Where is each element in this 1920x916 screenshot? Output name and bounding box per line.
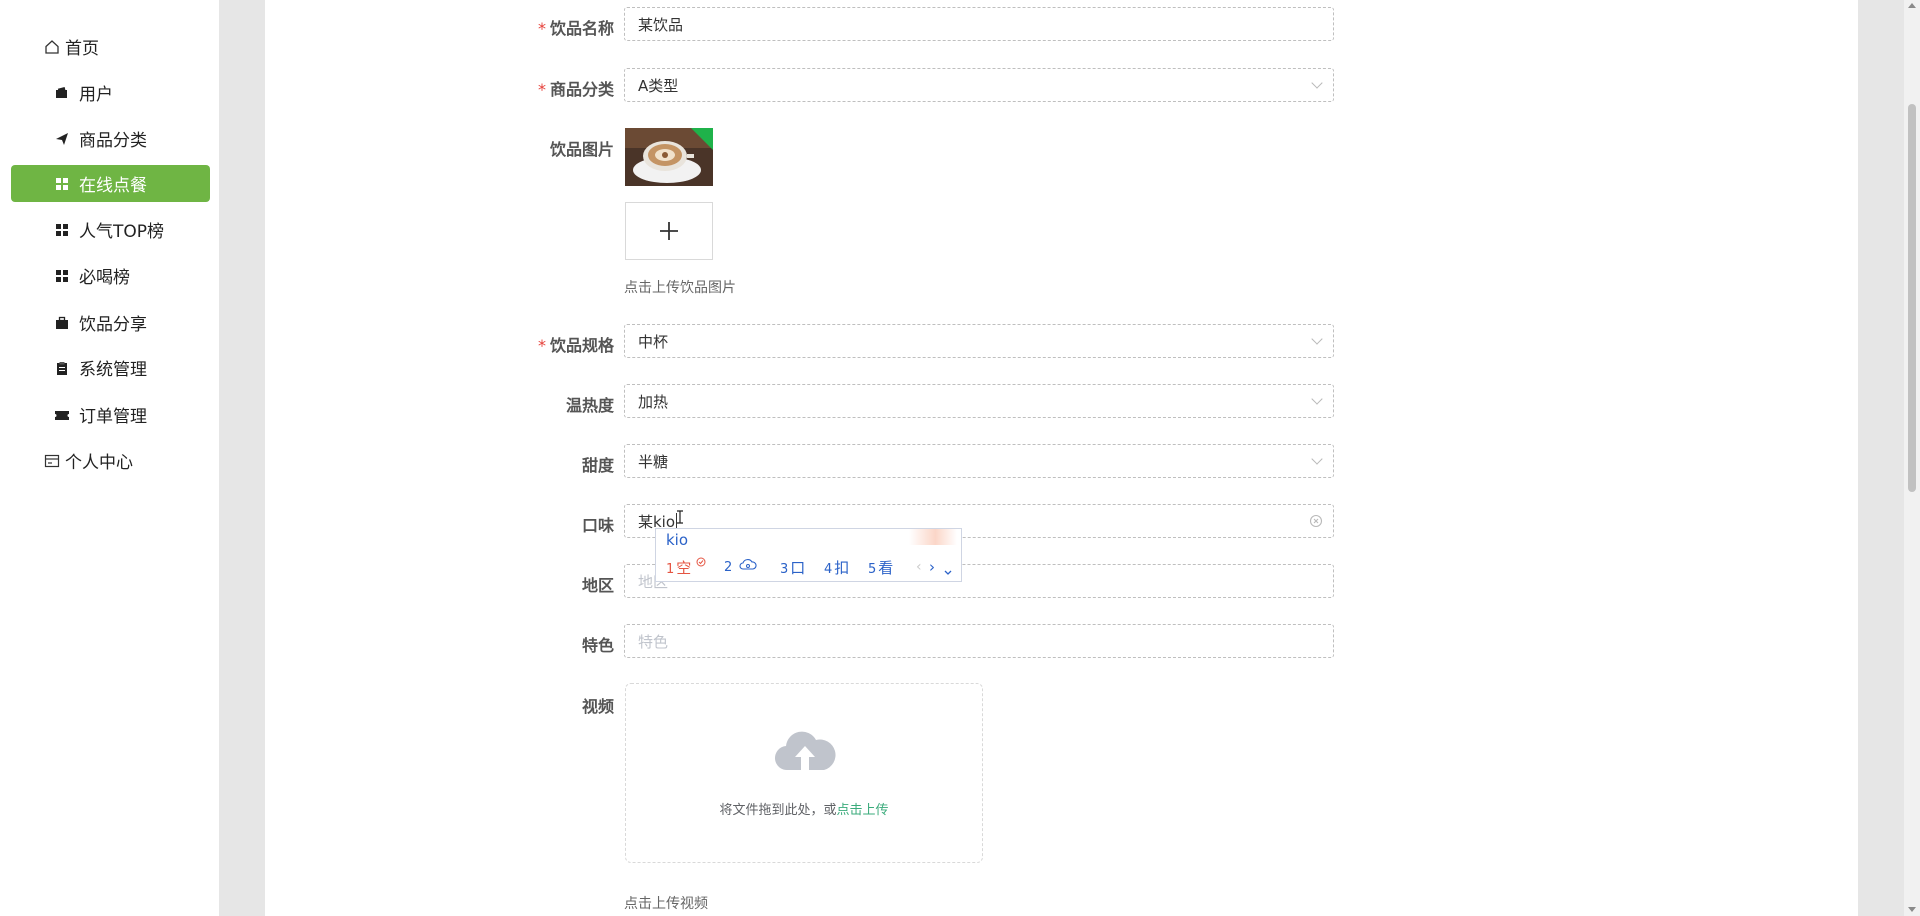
sidebar-item-label: 用户: [79, 85, 113, 105]
temperature-select[interactable]: 加热: [624, 384, 1334, 418]
wallet-icon: [53, 84, 71, 102]
sidebar-item-label: 必喝榜: [79, 268, 130, 288]
chevron-down-icon: [1311, 393, 1323, 405]
grid-icon: [53, 221, 71, 239]
click-upload-link[interactable]: 点击上传: [837, 803, 889, 818]
sidebar-item-users[interactable]: 用户: [11, 74, 210, 111]
region-label: 地区: [581, 576, 614, 595]
sidebar-item-must-drink[interactable]: 必喝榜: [11, 257, 210, 294]
grid-icon: [53, 175, 71, 193]
name-label: * 饮品名称: [537, 19, 614, 38]
mouse-ibeam-cursor: [676, 509, 684, 528]
required-mark: *: [537, 19, 546, 38]
page-scrollbar[interactable]: [1904, 0, 1920, 916]
image-upload-button[interactable]: [625, 202, 713, 260]
sidebar-item-system[interactable]: 系统管理: [11, 349, 210, 386]
sidebar-item-label: 商品分类: [79, 131, 147, 151]
ime-candidate[interactable]: 2: [724, 557, 757, 575]
scroll-down-icon[interactable]: [1908, 907, 1916, 912]
page-gutter: [219, 0, 265, 916]
scroll-up-icon[interactable]: [1908, 3, 1916, 8]
ime-candidate[interactable]: 5看: [868, 557, 893, 578]
spec-label: * 饮品规格: [537, 336, 614, 355]
sidebar-item-drink-share[interactable]: 饮品分享: [11, 304, 210, 341]
check-badge-icon: [696, 557, 706, 567]
image-label: 饮品图片: [549, 140, 614, 159]
sidebar-item-label: 人气TOP榜: [79, 222, 165, 242]
sidebar-item-profile[interactable]: 个人中心: [11, 442, 210, 479]
clipboard-icon: [53, 359, 71, 377]
scrollbar-thumb[interactable]: [1908, 104, 1916, 492]
cloud-candidate-icon: [739, 559, 757, 570]
ime-candidate[interactable]: 1空: [666, 557, 706, 578]
sidebar-item-category[interactable]: 商品分类: [11, 120, 210, 157]
chevron-down-icon: [1311, 77, 1323, 89]
ticket-icon: [53, 406, 71, 424]
sidebar-item-online-order[interactable]: 在线点餐: [11, 165, 210, 202]
sweetness-label: 甜度: [581, 456, 614, 475]
ime-candidate-popup: kio 1空 2 3口 4扣 5看 ‹ ›: [655, 528, 962, 582]
ime-prev-icon[interactable]: ‹: [916, 559, 922, 575]
ime-next-icon[interactable]: ›: [929, 558, 935, 576]
required-mark: *: [537, 336, 546, 355]
chevron-down-icon: [1311, 333, 1323, 345]
name-input[interactable]: 某饮品: [624, 7, 1334, 41]
sidebar-item-home[interactable]: 首页: [11, 28, 210, 65]
sidebar-item-top-ranking[interactable]: 人气TOP榜: [11, 211, 210, 248]
sidebar-item-label: 订单管理: [79, 407, 147, 427]
sidebar: 首页 用户 商品分类 在线点餐 人气TOP榜 必喝榜 饮品分享 系统管理 订单管…: [0, 0, 219, 916]
grid-icon: [53, 267, 71, 285]
plus-icon: [658, 212, 680, 250]
drink-image-thumbnail[interactable]: [625, 128, 713, 186]
cloud-upload-icon: [774, 726, 836, 778]
feature-input[interactable]: 特色: [624, 624, 1334, 658]
feature-label: 特色: [581, 636, 614, 655]
video-upload-hint: 点击上传视频: [624, 896, 708, 912]
briefcase-icon: [53, 314, 71, 332]
video-label: 视频: [581, 697, 614, 716]
sidebar-item-label: 个人中心: [65, 453, 133, 473]
category-label: * 商品分类: [537, 80, 614, 99]
paper-plane-icon: [53, 130, 71, 148]
ime-composition: kio: [666, 531, 689, 549]
video-drop-text: 将文件拖到此处，或点击上传: [719, 803, 889, 818]
temperature-label: 温热度: [565, 396, 614, 415]
required-mark: *: [537, 80, 546, 99]
sidebar-item-label: 饮品分享: [79, 315, 147, 335]
clear-icon[interactable]: [1309, 514, 1323, 532]
ime-candidate[interactable]: 4扣: [824, 557, 849, 578]
ime-candidate[interactable]: 3口: [780, 557, 805, 578]
taste-label: 口味: [581, 516, 614, 535]
home-icon: [43, 38, 61, 56]
sidebar-item-label: 系统管理: [79, 360, 147, 380]
image-upload-hint: 点击上传饮品图片: [624, 280, 736, 296]
sidebar-item-label: 在线点餐: [79, 176, 147, 196]
sidebar-item-orders[interactable]: 订单管理: [11, 396, 210, 433]
video-upload-dropzone[interactable]: 将文件拖到此处，或点击上传: [625, 683, 983, 863]
chevron-down-icon: [1311, 453, 1323, 465]
category-select[interactable]: A类型: [624, 68, 1334, 102]
ime-skin-decoration: [909, 529, 957, 545]
sidebar-item-label: 首页: [65, 39, 99, 59]
ime-expand-icon[interactable]: [943, 562, 953, 581]
spec-select[interactable]: 中杯: [624, 324, 1334, 358]
card-icon: [43, 452, 61, 470]
sweetness-select[interactable]: 半糖: [624, 444, 1334, 478]
page-gutter: [1858, 0, 1904, 916]
